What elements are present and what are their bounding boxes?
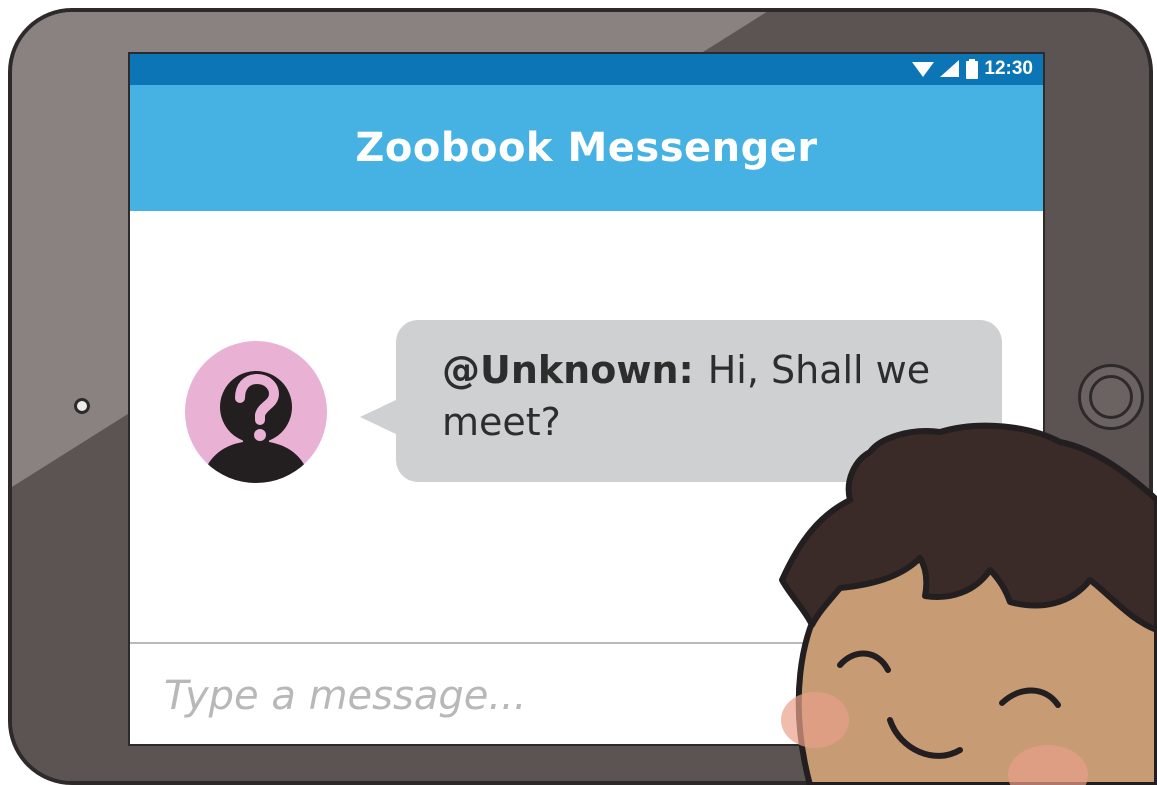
app-title: Zoobook Messenger bbox=[355, 125, 818, 171]
message-input[interactable] bbox=[162, 660, 806, 732]
unknown-avatar[interactable] bbox=[185, 341, 327, 483]
wifi-icon bbox=[912, 62, 935, 77]
boy-illustration bbox=[779, 422, 1157, 785]
question-mark-icon bbox=[201, 371, 311, 483]
status-time: 12:30 bbox=[984, 58, 1033, 79]
signal-icon bbox=[940, 60, 960, 77]
status-bar: 12:30 bbox=[130, 54, 1043, 85]
status-icons: 12:30 bbox=[912, 58, 1033, 80]
message-sender: @Unknown: bbox=[442, 348, 694, 392]
battery-icon bbox=[966, 59, 979, 79]
message-bubble-tail bbox=[360, 399, 398, 435]
app-header: Zoobook Messenger bbox=[130, 85, 1043, 211]
camera-lens bbox=[74, 398, 90, 414]
